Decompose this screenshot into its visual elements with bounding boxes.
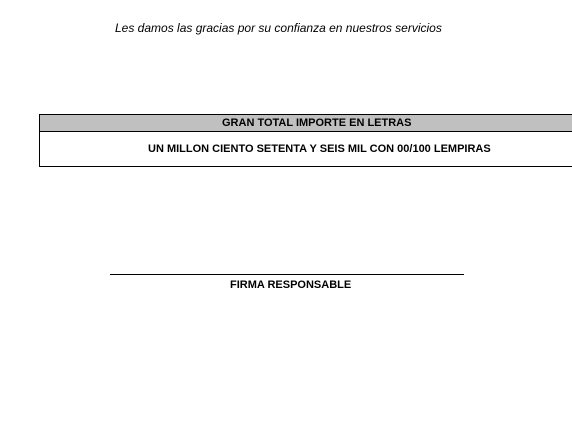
signature-line xyxy=(110,274,464,275)
signature-label: FIRMA RESPONSABLE xyxy=(230,279,352,291)
total-in-words-value: UN MILLON CIENTO SETENTA Y SEIS MIL CON … xyxy=(148,143,491,155)
thanks-message: Les damos las gracias por su confianza e… xyxy=(115,21,442,35)
total-in-words-box: GRAN TOTAL IMPORTE EN LETRAS UN MILLON C… xyxy=(39,114,572,167)
total-in-words-header: GRAN TOTAL IMPORTE EN LETRAS xyxy=(40,115,572,132)
